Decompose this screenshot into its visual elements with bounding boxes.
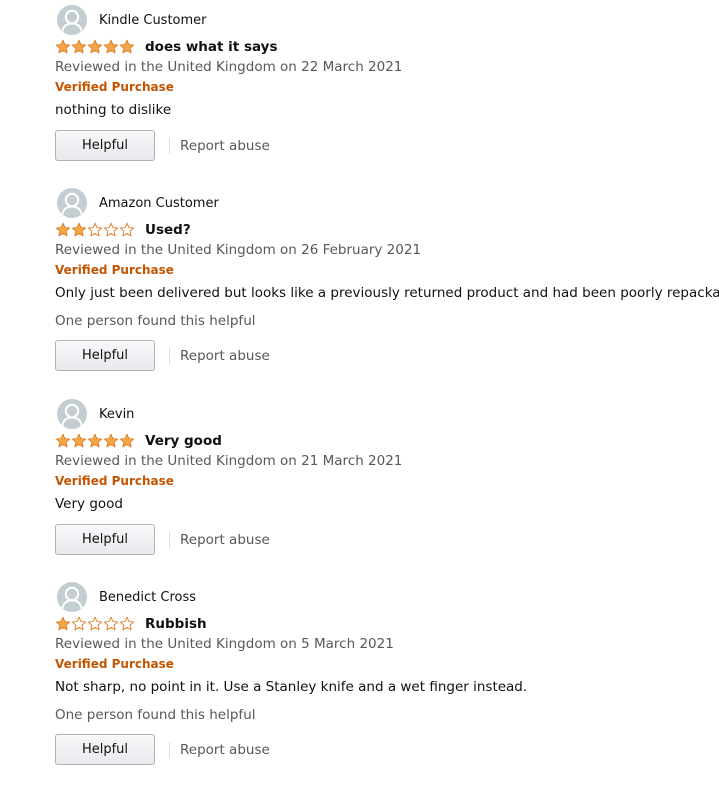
star-rating[interactable] [55,222,135,238]
star-filled-icon [71,222,87,237]
report-abuse-link[interactable]: Report abuse [180,742,270,758]
star-empty-icon [103,616,119,631]
star-filled-icon [55,616,71,631]
star-empty-icon [119,616,135,631]
reviewer-name: Amazon Customer [99,195,219,211]
review-actions: Helpful Report abuse [55,734,715,765]
reviewer-profile[interactable]: Amazon Customer [55,187,715,219]
reviewer-name: Kevin [99,406,135,422]
review-title[interactable]: does what it says [145,39,278,55]
review-body: Only just been delivered but looks like … [55,285,719,301]
review-body: Very good [55,496,123,512]
helpful-button[interactable]: Helpful [55,524,155,555]
review-actions: Helpful Report abuse [55,130,715,161]
star-filled-icon [55,222,71,237]
review-date: Reviewed in the United Kingdom on 22 Mar… [55,59,403,75]
action-divider [169,531,170,548]
report-abuse-link[interactable]: Report abuse [180,138,270,154]
review-date: Reviewed in the United Kingdom on 5 Marc… [55,636,394,652]
review-body: nothing to dislike [55,102,172,118]
report-abuse-link[interactable]: Report abuse [180,348,270,364]
review-title[interactable]: Used? [145,222,191,238]
helpful-count: One person found this helpful [55,313,256,329]
reviews-list: Kindle Customer does what it says Review… [0,0,719,788]
star-filled-icon [55,433,71,448]
star-empty-icon [119,222,135,237]
verified-purchase-badge[interactable]: Verified Purchase [55,656,715,672]
review-card: Benedict Cross Rubbish Reviewed in the U… [55,581,715,765]
star-filled-icon [87,433,103,448]
review-date: Reviewed in the United Kingdom on 21 Mar… [55,453,403,469]
helpful-button[interactable]: Helpful [55,130,155,161]
review-actions: Helpful Report abuse [55,524,715,555]
star-empty-icon [87,616,103,631]
action-divider [169,741,170,758]
star-filled-icon [71,433,87,448]
person-silhouette-icon [57,399,87,429]
review-card: Kevin Very good Reviewed in the United K… [55,398,715,555]
star-empty-icon [71,616,87,631]
reviewer-profile[interactable]: Kevin [55,398,715,430]
star-rating[interactable] [55,433,135,449]
review-card: Kindle Customer does what it says Review… [55,4,715,161]
helpful-count: One person found this helpful [55,707,256,723]
review-title[interactable]: Very good [145,433,222,449]
verified-purchase-badge[interactable]: Verified Purchase [55,79,715,95]
star-rating[interactable] [55,616,135,632]
star-empty-icon [103,222,119,237]
verified-purchase-badge[interactable]: Verified Purchase [55,262,715,278]
reviewer-name: Kindle Customer [99,12,207,28]
review-date: Reviewed in the United Kingdom on 26 Feb… [55,242,422,258]
report-abuse-link[interactable]: Report abuse [180,532,270,548]
action-divider [169,137,170,154]
reviewer-profile[interactable]: Kindle Customer [55,4,715,36]
verified-purchase-badge[interactable]: Verified Purchase [55,473,715,489]
review-body: Not sharp, no point in it. Use a Stanley… [55,679,528,695]
person-silhouette-icon [57,5,87,35]
star-filled-icon [87,39,103,54]
star-filled-icon [119,433,135,448]
star-rating[interactable] [55,39,135,55]
helpful-button[interactable]: Helpful [55,734,155,765]
star-filled-icon [103,433,119,448]
review-actions: Helpful Report abuse [55,340,715,371]
star-filled-icon [55,39,71,54]
action-divider [169,347,170,364]
reviewer-name: Benedict Cross [99,589,197,605]
star-empty-icon [87,222,103,237]
reviewer-profile[interactable]: Benedict Cross [55,581,715,613]
person-silhouette-icon [57,582,87,612]
helpful-button[interactable]: Helpful [55,340,155,371]
star-filled-icon [103,39,119,54]
star-filled-icon [119,39,135,54]
person-silhouette-icon [57,188,87,218]
review-title[interactable]: Rubbish [145,616,207,632]
review-card: Amazon Customer Used? Reviewed in the Un… [55,187,719,371]
star-filled-icon [71,39,87,54]
